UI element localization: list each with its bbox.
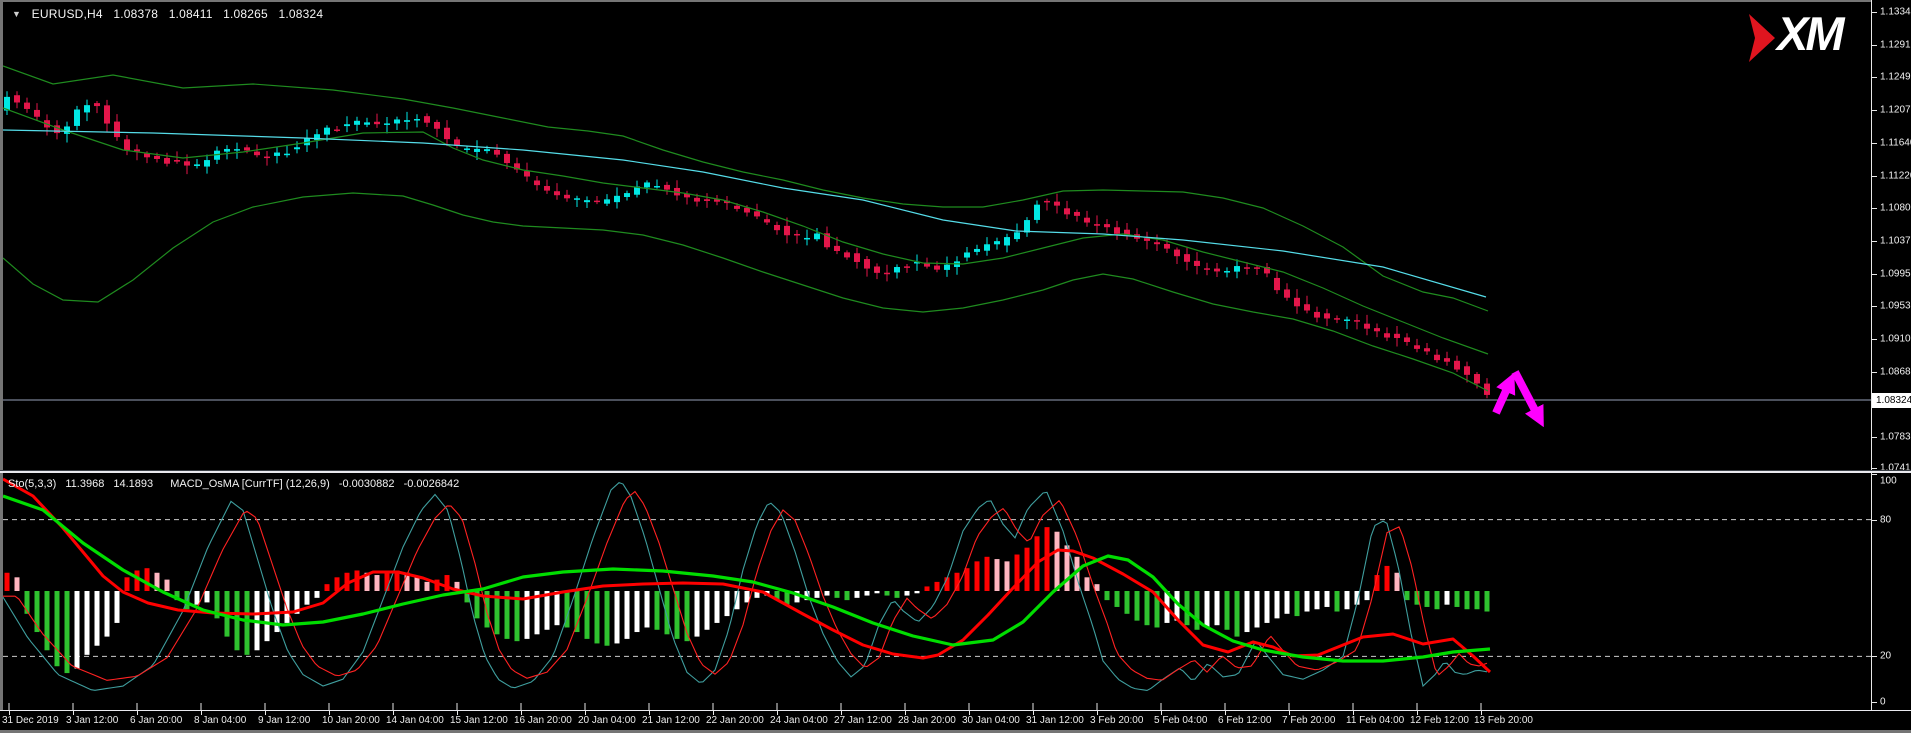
time-tick-label: 3 Jan 12:00 <box>66 715 118 726</box>
time-tick-label: 6 Jan 20:00 <box>130 715 182 726</box>
ma-cyan-line <box>3 130 1486 297</box>
sto-signal-value: 14.1893 <box>113 478 153 490</box>
indicator-tick-label: 80 <box>1880 514 1891 525</box>
macd-main-value: -0.0030882 <box>339 478 395 490</box>
price-tick-label: 1.09530 <box>1880 301 1911 312</box>
xm-logo-text: XM <box>1777 6 1842 61</box>
price-tick <box>1872 77 1877 78</box>
time-tick-label: 15 Jan 12:00 <box>450 715 508 726</box>
indicator-tick-label: 20 <box>1880 651 1891 662</box>
time-tick-label: 27 Jan 12:00 <box>834 715 892 726</box>
time-tick-label: 9 Jan 12:00 <box>258 715 310 726</box>
time-tick-label: 22 Jan 20:00 <box>706 715 764 726</box>
time-tick-label: 5 Feb 04:00 <box>1154 715 1207 726</box>
time-tick-label: 7 Feb 20:00 <box>1282 715 1335 726</box>
price-tick <box>1872 437 1877 438</box>
xm-logo: XM <box>1747 12 1862 66</box>
price-tick <box>1872 372 1877 373</box>
price-axis[interactable]: 1.13340 1.12910 1.12490 1.12070 1.11640 1.112… <box>1871 0 1911 711</box>
indicator-tick <box>1872 474 1877 475</box>
candles <box>4 91 1490 398</box>
bollinger-upper-line <box>3 66 1488 311</box>
annotation-arrows <box>1496 372 1539 418</box>
price-tick <box>1872 306 1877 307</box>
indicator-tick-label: 100 <box>1880 476 1897 487</box>
time-tick-label: 21 Jan 12:00 <box>642 715 700 726</box>
xm-logo-arrow-icon <box>1747 12 1781 66</box>
price-tick-label: 1.11220 <box>1880 171 1911 182</box>
time-tick-label: 8 Jan 04:00 <box>194 715 246 726</box>
indicator-tick <box>1872 702 1877 703</box>
price-tick <box>1872 176 1877 177</box>
price-tick-label: 1.09100 <box>1880 334 1911 345</box>
time-tick-label: 3 Feb 20:00 <box>1090 715 1143 726</box>
low-value: 1.08265 <box>223 7 268 21</box>
time-tick-label: 13 Feb 20:00 <box>1474 715 1533 726</box>
high-value: 1.08411 <box>169 7 213 21</box>
mt4-chart-window: ▼ EURUSD,H4 1.08378 1.08411 1.08265 1.08… <box>0 0 1911 733</box>
price-tick <box>1872 468 1877 469</box>
open-value: 1.08378 <box>113 7 158 21</box>
main-price-chart[interactable] <box>3 0 1871 470</box>
window-separator[interactable] <box>0 470 1911 473</box>
bollinger-lower-line <box>3 193 1488 391</box>
smoothed-red-line <box>3 479 1490 672</box>
price-tick <box>1872 110 1877 111</box>
price-tick <box>1872 274 1877 275</box>
symbol-dropdown-icon[interactable]: ▼ <box>12 9 21 19</box>
price-tick-label: 1.10370 <box>1880 236 1911 247</box>
price-tick <box>1872 241 1877 242</box>
time-tick-label: 31 Jan 12:00 <box>1026 715 1084 726</box>
sto-main-value: 11.3968 <box>65 478 104 490</box>
price-tick <box>1872 143 1877 144</box>
current-price-box: 1.08324 <box>1872 393 1911 408</box>
indicator-pane[interactable] <box>3 474 1871 710</box>
time-tick-label: 12 Feb 12:00 <box>1410 715 1469 726</box>
indicator-tick-label: 0 <box>1880 697 1886 708</box>
time-tick-label: 11 Feb 04:00 <box>1346 715 1404 726</box>
price-tick-label: 1.12910 <box>1880 40 1911 51</box>
price-tick-label: 1.12070 <box>1880 105 1911 116</box>
bollinger-middle-line <box>3 108 1488 354</box>
indicator-tick <box>1872 520 1877 521</box>
price-tick <box>1872 208 1877 209</box>
price-tick <box>1872 339 1877 340</box>
time-tick-label: 14 Jan 04:00 <box>386 715 444 726</box>
indicator-tick <box>1872 656 1877 657</box>
time-tick-label: 30 Jan 04:00 <box>962 715 1020 726</box>
price-tick <box>1872 12 1877 13</box>
time-tick-label: 6 Feb 12:00 <box>1218 715 1271 726</box>
symbol-ohlc-header: ▼ EURUSD,H4 1.08378 1.08411 1.08265 1.08… <box>12 7 330 21</box>
indicator-bottom-ticks <box>9 703 1481 710</box>
price-tick-label: 1.07830 <box>1880 432 1911 443</box>
time-tick-label: 10 Jan 20:00 <box>322 715 380 726</box>
price-tick-label: 1.13340 <box>1880 7 1911 18</box>
sto-fast-line <box>3 483 1487 691</box>
time-tick-label: 20 Jan 04:00 <box>578 715 636 726</box>
time-tick-label: 31 Dec 2019 <box>2 715 59 726</box>
close-value: 1.08324 <box>278 7 323 21</box>
sto-name: Sto(5,3,3) <box>8 478 56 490</box>
time-axis[interactable]: 31 Dec 2019 3 Jan 12:00 6 Jan 20:00 8 Jan 0… <box>0 711 1911 730</box>
price-tick-label: 1.08680 <box>1880 367 1911 378</box>
symbol-label: EURUSD,H4 <box>32 7 103 21</box>
time-axis-separator <box>0 710 1911 711</box>
macd-signal-value: -0.0026842 <box>404 478 460 490</box>
time-tick-label: 28 Jan 20:00 <box>898 715 956 726</box>
price-tick-label: 1.11640 <box>1880 138 1911 149</box>
price-tick-label: 1.10800 <box>1880 203 1911 214</box>
price-tick-label: 1.12490 <box>1880 72 1911 83</box>
macd-name: MACD_OsMA [CurrTF] (12,26,9) <box>170 478 330 490</box>
price-tick-label: 1.09950 <box>1880 269 1911 280</box>
time-tick-label: 24 Jan 04:00 <box>770 715 828 726</box>
time-tick-label: 16 Jan 20:00 <box>514 715 572 726</box>
price-tick <box>1872 45 1877 46</box>
indicator-header: Sto(5,3,3) 11.3968 14.1893 MACD_OsMA [Cu… <box>8 478 465 490</box>
